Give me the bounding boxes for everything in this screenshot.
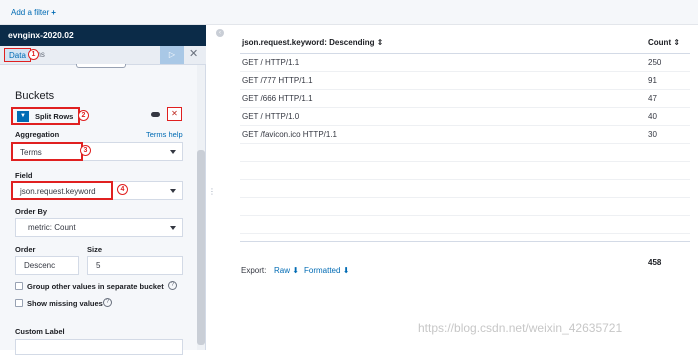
- cell-count: 91: [648, 76, 657, 85]
- cell-request: GET /666 HTTP/1.1: [242, 94, 313, 103]
- table-row-empty: [240, 180, 690, 198]
- index-pattern-title: evnginx-2020.02: [0, 25, 206, 46]
- cell-request: GET /favicon.ico HTTP/1.1: [242, 130, 337, 139]
- data-table-panel: json.request.keyword: Descending ⇕ Count…: [230, 25, 698, 350]
- table-row: GET / HTTP/1.1 250: [240, 54, 690, 72]
- cell-count: 40: [648, 112, 657, 121]
- aggregation-value: Terms: [20, 148, 42, 157]
- field-label: Field: [15, 171, 33, 180]
- show-missing-checkbox[interactable]: [15, 299, 23, 307]
- filter-bar: Add a filter +: [0, 0, 698, 25]
- size-label: Size: [87, 245, 103, 254]
- terms-help-link[interactable]: Terms help: [146, 130, 183, 139]
- table-row: GET /favicon.ico HTTP/1.1 30: [240, 126, 690, 144]
- annotation-badge-1: 1: [28, 49, 39, 60]
- editor-sidebar: evnginx-2020.02 tions Data 1 ▷ ✕ Buckets…: [0, 25, 206, 355]
- play-icon: ▷: [168, 50, 176, 59]
- help-icon[interactable]: ?: [168, 281, 177, 290]
- watermark: https://blog.csdn.net/weixin_42635721: [418, 321, 623, 335]
- show-missing-label: Show missing values: [27, 299, 103, 308]
- resize-handle[interactable]: ⋮: [208, 187, 216, 196]
- tab-data[interactable]: Data: [4, 48, 31, 62]
- caret-down-icon: [170, 226, 176, 230]
- table-row: GET /666 HTTP/1.1 47: [240, 90, 690, 108]
- table-row-empty: [240, 198, 690, 216]
- scroll-indicator: [76, 64, 126, 68]
- editor-tabs: tions Data 1 ▷ ✕: [0, 46, 206, 68]
- split-rows-toggle[interactable]: ▼ Split Rows: [11, 107, 80, 125]
- order-label: Order: [15, 245, 36, 254]
- field-select[interactable]: json.request.keyword: [11, 181, 113, 200]
- download-icon: ⬇: [342, 266, 350, 275]
- group-other-checkbox[interactable]: [15, 282, 23, 290]
- plus-icon: +: [51, 8, 56, 17]
- toggle-icon[interactable]: [151, 112, 160, 117]
- export-raw-link[interactable]: Raw ⬇: [274, 266, 299, 275]
- apply-changes-button[interactable]: ▷: [160, 46, 184, 64]
- total-divider: [240, 241, 690, 242]
- aggregation-select[interactable]: Terms: [11, 142, 83, 161]
- annotation-badge-2: 2: [78, 110, 89, 121]
- cell-request: GET / HTTP/1.0: [242, 112, 300, 121]
- caret-down-icon: [170, 189, 176, 193]
- aggregation-label: Aggregation: [15, 130, 60, 139]
- export-formatted-label: Formatted: [304, 266, 341, 275]
- close-icon[interactable]: ✕: [189, 47, 198, 60]
- order-by-label: Order By: [15, 207, 48, 216]
- custom-label-label: Custom Label: [15, 327, 65, 336]
- chevron-down-icon[interactable]: ▼: [17, 111, 29, 122]
- annotation-badge-4: 4: [117, 184, 128, 195]
- export-raw-label: Raw: [274, 266, 291, 275]
- remove-bucket-button[interactable]: ✕: [167, 107, 182, 121]
- cell-count: 250: [648, 58, 662, 67]
- column-header-count[interactable]: Count ⇕: [648, 38, 680, 47]
- column-header-request[interactable]: json.request.keyword: Descending ⇕: [242, 38, 383, 47]
- order-value: Descenc: [24, 261, 56, 270]
- cell-count: 30: [648, 130, 657, 139]
- sidebar-scrollbar-thumb[interactable]: [197, 150, 205, 345]
- aggregation-select-rest[interactable]: [83, 142, 183, 161]
- table-header: json.request.keyword: Descending ⇕ Count…: [240, 36, 690, 54]
- table-row-empty: [240, 162, 690, 180]
- split-rows-label: Split Rows: [35, 112, 74, 121]
- annotation-badge-3: 3: [80, 145, 91, 156]
- help-icon[interactable]: ?: [103, 298, 112, 307]
- order-by-value: metric: Count: [28, 223, 76, 232]
- custom-label-input[interactable]: [15, 339, 183, 355]
- cell-request: GET / HTTP/1.1: [242, 58, 300, 67]
- field-value: json.request.keyword: [20, 187, 96, 196]
- size-value: 5: [96, 261, 101, 270]
- export-label: Export:: [241, 266, 267, 275]
- total-count: 458: [648, 258, 662, 267]
- buckets-heading: Buckets: [15, 90, 55, 102]
- collapse-sidebar-icon[interactable]: ‹: [216, 29, 224, 37]
- caret-down-icon: [170, 150, 176, 154]
- table-row-empty: [240, 144, 690, 162]
- table-row-empty: [240, 216, 690, 234]
- size-input[interactable]: 5: [87, 256, 183, 275]
- order-by-select[interactable]: metric: Count: [15, 218, 183, 237]
- cell-request: GET /777 HTTP/1.1: [242, 76, 313, 85]
- add-filter-label: Add a filter: [11, 8, 50, 17]
- download-icon: ⬇: [292, 266, 299, 275]
- cell-count: 47: [648, 94, 657, 103]
- table-row: GET / HTTP/1.0 40: [240, 108, 690, 126]
- order-select[interactable]: Descenc: [15, 256, 79, 275]
- export-formatted-link[interactable]: Formatted ⬇: [304, 266, 349, 275]
- group-other-label: Group other values in separate bucket: [27, 282, 164, 291]
- table-row: GET /777 HTTP/1.1 91: [240, 72, 690, 90]
- add-filter-link[interactable]: Add a filter +: [11, 8, 56, 17]
